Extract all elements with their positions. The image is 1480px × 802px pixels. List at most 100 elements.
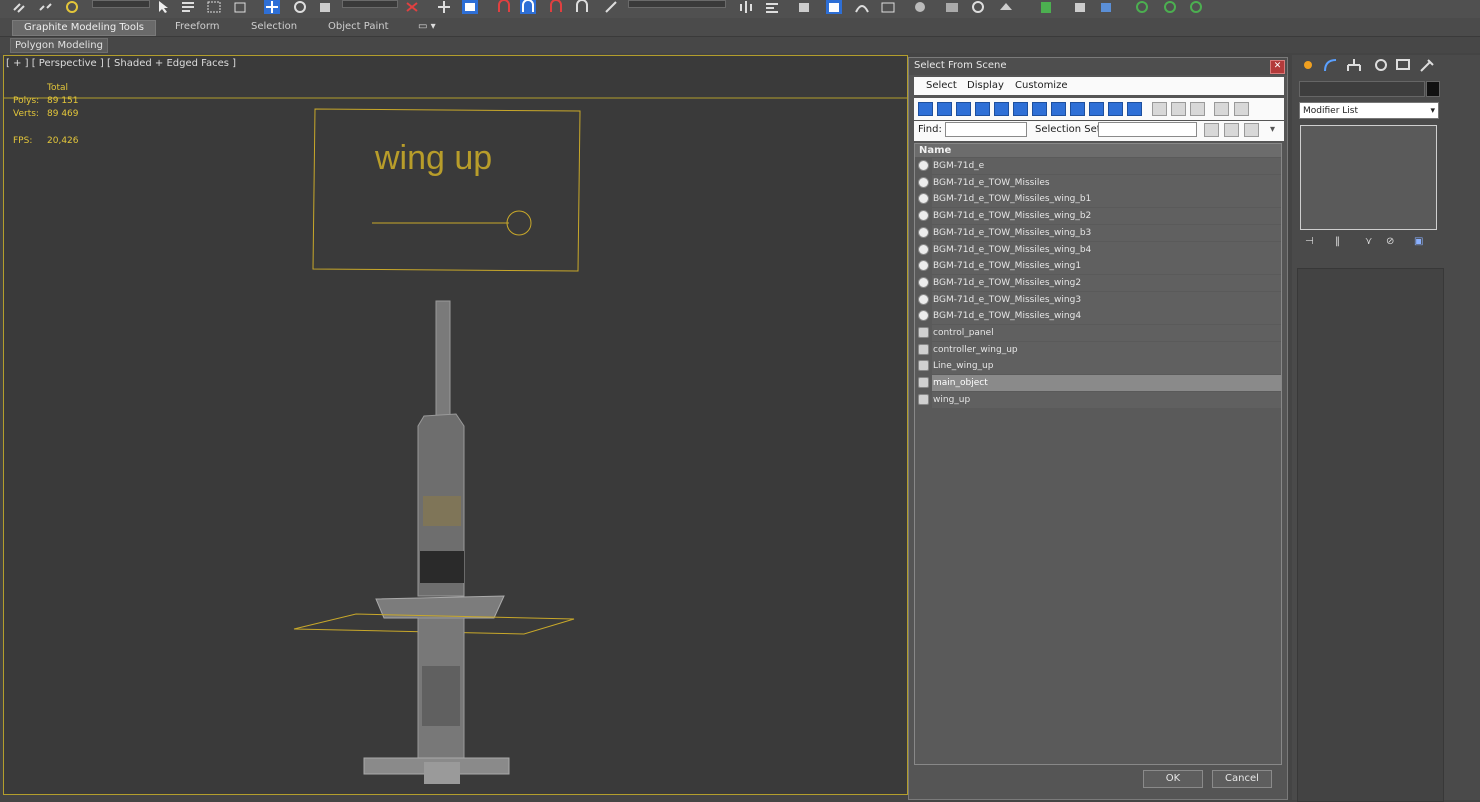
display-shapes-icon[interactable] xyxy=(937,102,952,116)
menu-select[interactable]: Select xyxy=(926,80,957,91)
rotate-icon[interactable] xyxy=(292,0,308,14)
select-none-icon[interactable] xyxy=(1224,123,1239,137)
list-item[interactable]: BGM-71d_e xyxy=(915,158,1281,174)
object-name-field[interactable] xyxy=(1299,81,1425,97)
motion-tab-icon[interactable] xyxy=(1372,57,1390,73)
menu-display[interactable]: Display xyxy=(967,80,1004,91)
ribbon-options-dropdown[interactable]: ▭ ▾ xyxy=(418,20,436,34)
hierarchy-tab-icon[interactable] xyxy=(1345,57,1363,73)
tab-selection[interactable]: Selection xyxy=(251,20,297,34)
display-none-icon[interactable] xyxy=(1171,102,1186,116)
cancel-button[interactable]: Cancel xyxy=(1212,770,1272,788)
display-geometry-icon[interactable] xyxy=(918,102,933,116)
display-xrefs-icon[interactable] xyxy=(1051,102,1066,116)
graphite-tools-toggle-icon[interactable] xyxy=(826,0,842,14)
display-lights-icon[interactable] xyxy=(956,102,971,116)
select-by-name-icon[interactable] xyxy=(180,0,196,14)
mirror-icon[interactable] xyxy=(738,0,754,14)
pipeline-icon-3[interactable] xyxy=(1098,0,1114,14)
display-tab-icon[interactable] xyxy=(1394,57,1412,73)
dialog-title[interactable]: Select From Scene xyxy=(909,58,1287,75)
schematic-view-icon[interactable] xyxy=(880,0,896,14)
align-icon[interactable] xyxy=(764,0,780,14)
modifier-list-dropdown[interactable]: Modifier List ▾ xyxy=(1299,102,1439,119)
reference-coordinate-dropdown[interactable] xyxy=(342,0,398,8)
list-item[interactable]: BGM-71d_e_TOW_Missiles_wing_b3 xyxy=(915,224,1281,241)
unlink-icon[interactable] xyxy=(38,0,54,14)
link-icon[interactable] xyxy=(12,0,28,14)
curve-editor-icon[interactable] xyxy=(854,0,870,14)
pivot-center-icon[interactable] xyxy=(404,0,420,14)
list-item[interactable]: wing_up xyxy=(915,391,1281,408)
modifier-stack[interactable] xyxy=(1300,125,1437,230)
tab-freeform[interactable]: Freeform xyxy=(175,20,220,34)
selection-set-dropdown[interactable] xyxy=(1098,122,1197,137)
display-bones-icon[interactable] xyxy=(1070,102,1085,116)
display-space-warps-icon[interactable] xyxy=(1013,102,1028,116)
create-tab-icon[interactable] xyxy=(1299,57,1317,73)
filter-icon[interactable] xyxy=(1214,102,1229,116)
pipeline-icon-2[interactable] xyxy=(1072,0,1088,14)
find-input[interactable] xyxy=(945,122,1027,137)
scale-icon[interactable] xyxy=(318,0,334,14)
remove-modifier-icon[interactable]: ⊘ xyxy=(1386,236,1402,250)
utilities-tab-icon[interactable] xyxy=(1418,57,1436,73)
show-end-result-icon[interactable]: ‖ xyxy=(1335,236,1351,250)
angle-snap-icon[interactable] xyxy=(520,0,536,14)
tab-graphite-modeling-tools[interactable]: Graphite Modeling Tools xyxy=(12,20,156,36)
rendered-frame-window-icon[interactable] xyxy=(970,0,986,14)
list-item[interactable]: BGM-71d_e_TOW_Missiles_wing1 xyxy=(915,258,1281,275)
select-all-icon[interactable] xyxy=(1204,123,1219,137)
select-object-icon[interactable] xyxy=(156,0,172,14)
make-unique-icon[interactable]: ⋎ xyxy=(1365,236,1381,250)
ok-button[interactable]: OK xyxy=(1143,770,1203,788)
window-crossing-icon[interactable] xyxy=(232,0,248,14)
pin-stack-icon[interactable]: ⊣ xyxy=(1305,236,1321,250)
tab-object-paint[interactable]: Object Paint xyxy=(328,20,389,34)
pipeline-icon-1[interactable] xyxy=(1038,0,1054,14)
list-item[interactable]: BGM-71d_e_TOW_Missiles_wing_b2 xyxy=(915,208,1281,225)
rectangular-selection-icon[interactable] xyxy=(206,0,222,14)
display-cameras-icon[interactable] xyxy=(975,102,990,116)
spinner-snap-icon[interactable] xyxy=(574,0,590,14)
filter-options-icon[interactable] xyxy=(1234,102,1249,116)
configure-modifier-sets-icon[interactable]: ▣ xyxy=(1414,236,1430,250)
list-item[interactable]: BGM-71d_e_TOW_Missiles_wing4 xyxy=(915,308,1281,325)
move-icon[interactable] xyxy=(264,0,280,14)
layer-manager-icon[interactable] xyxy=(796,0,812,14)
named-selection-sets-dropdown[interactable] xyxy=(628,0,726,8)
plugin-icon-3[interactable] xyxy=(1188,0,1204,14)
modify-tab-icon[interactable] xyxy=(1322,57,1340,73)
manipulate-icon[interactable] xyxy=(436,0,452,14)
perspective-viewport[interactable]: wing up xyxy=(3,55,908,795)
display-containers-icon[interactable] xyxy=(1089,102,1104,116)
list-item[interactable]: BGM-71d_e_TOW_Missiles_wing2 xyxy=(915,274,1281,291)
menu-customize[interactable]: Customize xyxy=(1015,80,1068,91)
percent-snap-icon[interactable] xyxy=(548,0,564,14)
column-header-name[interactable]: Name xyxy=(915,144,1281,157)
viewport-label[interactable]: [ + ] [ Perspective ] [ Shaded + Edged F… xyxy=(6,58,236,69)
close-icon[interactable]: ✕ xyxy=(1270,60,1285,74)
display-frozen-icon[interactable] xyxy=(1108,102,1123,116)
snaps-toggle-icon[interactable] xyxy=(496,0,512,14)
object-color-swatch[interactable] xyxy=(1426,81,1440,97)
list-item[interactable]: Line_wing_up xyxy=(915,358,1281,375)
list-item[interactable]: BGM-71d_e_TOW_Missiles_wing3 xyxy=(915,291,1281,308)
plugin-icon-2[interactable] xyxy=(1162,0,1178,14)
keyboard-shortcut-override-icon[interactable] xyxy=(462,0,478,14)
display-groups-icon[interactable] xyxy=(1032,102,1047,116)
render-setup-icon[interactable] xyxy=(944,0,960,14)
list-item[interactable]: control_panel xyxy=(915,325,1281,341)
render-production-icon[interactable] xyxy=(998,0,1014,14)
edit-named-selection-icon[interactable] xyxy=(604,0,620,14)
list-item[interactable]: BGM-71d_e_TOW_Missiles_wing_b1 xyxy=(915,191,1281,208)
list-item[interactable]: BGM-71d_e_TOW_Missiles_wing_b4 xyxy=(915,241,1281,258)
material-editor-icon[interactable] xyxy=(912,0,928,14)
display-all-icon[interactable] xyxy=(1152,102,1167,116)
display-helpers-icon[interactable] xyxy=(994,102,1009,116)
display-invert-icon[interactable] xyxy=(1190,102,1205,116)
plugin-icon-1[interactable] xyxy=(1134,0,1150,14)
list-item[interactable]: controller_wing_up xyxy=(915,341,1281,358)
list-item[interactable]: main_object xyxy=(915,375,1281,392)
collapse-arrow-icon[interactable]: ▾ xyxy=(1270,124,1275,135)
